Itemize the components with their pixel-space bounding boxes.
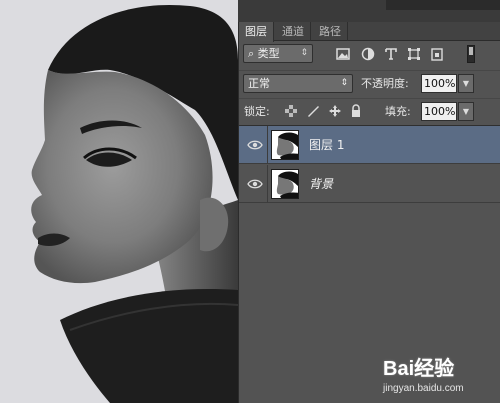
tab-channels[interactable]: 通道 xyxy=(276,22,311,41)
blend-mode-select[interactable]: 正常 ⇕ xyxy=(243,74,353,93)
tab-layers[interactable]: 图层 xyxy=(239,22,274,42)
watermark-url: jingyan.baidu.com xyxy=(383,383,464,394)
panel-dock-edge xyxy=(386,0,500,10)
visibility-eye-icon[interactable] xyxy=(247,138,263,152)
layer-row-layer1[interactable]: 图层 1 xyxy=(239,126,500,164)
adjustment-filter-icon[interactable] xyxy=(360,46,376,62)
portrait-thumbnail-image xyxy=(272,131,298,159)
updown-arrow-icon: ⇕ xyxy=(340,78,348,88)
panel-top-strip xyxy=(238,0,500,22)
fill-label: 填充: xyxy=(385,105,411,118)
fill-field[interactable]: 100% xyxy=(421,102,457,121)
image-canvas[interactable] xyxy=(0,0,238,403)
fill-dropdown-button[interactable]: ▼ xyxy=(458,102,474,121)
updown-arrow-icon: ⇕ xyxy=(300,48,308,58)
blend-mode-row: 正常 ⇕ 不透明度: 100% ▼ xyxy=(239,70,500,96)
opacity-dropdown-button[interactable]: ▼ xyxy=(458,74,474,93)
layer-thumbnail xyxy=(271,169,299,199)
filter-kind-select[interactable]: ⌕ 类型 ⇕ xyxy=(243,44,313,63)
divider xyxy=(267,165,268,203)
layer-name[interactable]: 图层 1 xyxy=(309,126,344,164)
opacity-label: 不透明度: xyxy=(361,77,409,90)
shape-filter-icon[interactable] xyxy=(406,46,422,62)
filter-kind-label: 类型 xyxy=(257,47,280,60)
opacity-field[interactable]: 100% xyxy=(421,74,457,93)
portrait-photo xyxy=(0,0,238,403)
tab-paths[interactable]: 路径 xyxy=(313,22,348,41)
lock-position-icon[interactable] xyxy=(328,104,342,118)
lock-row: 锁定: 填充: 100% ▼ xyxy=(239,98,500,124)
search-icon: ⌕ xyxy=(248,47,255,60)
layer-thumbnail xyxy=(271,130,299,160)
lock-transparency-icon[interactable] xyxy=(284,104,298,118)
lock-image-pixels-icon[interactable] xyxy=(306,104,320,118)
divider xyxy=(267,126,268,164)
layer-row-background[interactable]: 背景 xyxy=(239,165,500,203)
image-filter-icon[interactable] xyxy=(335,46,351,62)
lock-label: 锁定: xyxy=(244,105,270,118)
portrait-thumbnail-image xyxy=(272,170,298,198)
type-filter-icon[interactable] xyxy=(383,46,399,62)
smart-object-filter-icon[interactable] xyxy=(429,46,445,62)
layer-name[interactable]: 背景 xyxy=(309,165,333,203)
lock-all-icon[interactable] xyxy=(349,104,363,118)
visibility-eye-icon[interactable] xyxy=(247,177,263,191)
watermark-brand: Bai经验 xyxy=(383,358,455,380)
panel-tab-bar: 图层 通道 路径 xyxy=(239,22,500,42)
blend-mode-value: 正常 xyxy=(248,77,270,90)
baidu-jingyan-watermark: Bai经验 jingyan.baidu.com xyxy=(383,352,500,400)
layers-panel: 图层 通道 路径 ⌕ 类型 ⇕ 正常 ⇕ 不透明度: 100% ▼ 锁定: 填充… xyxy=(238,22,500,403)
layer-filter-row: ⌕ 类型 ⇕ xyxy=(239,43,500,65)
filter-toggle-switch[interactable] xyxy=(467,45,475,63)
